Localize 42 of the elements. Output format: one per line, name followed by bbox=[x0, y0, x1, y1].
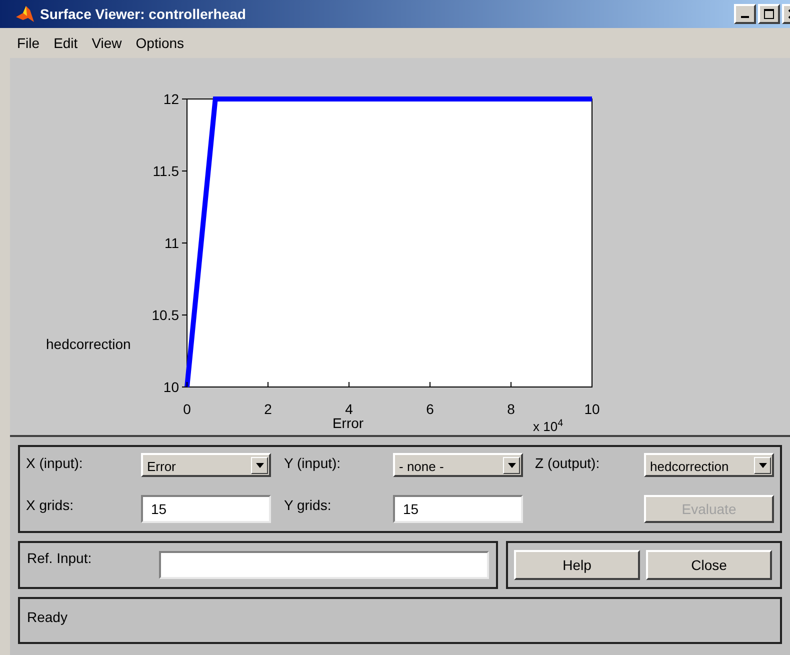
tick-label: 10.5 bbox=[152, 307, 179, 323]
input-field[interactable] bbox=[159, 551, 489, 579]
minimize-button[interactable] bbox=[734, 4, 756, 24]
tick-label: 8 bbox=[507, 401, 515, 417]
menu-item[interactable]: View bbox=[92, 32, 122, 54]
menu-item[interactable]: Options bbox=[136, 32, 184, 54]
tick-label: 11.5 bbox=[152, 163, 179, 179]
field-label: Ref. Input: bbox=[27, 549, 93, 568]
menu-item[interactable]: Edit bbox=[54, 32, 78, 54]
dropdown[interactable]: Error bbox=[141, 453, 271, 477]
tick-label: 4 bbox=[345, 401, 353, 417]
field-label: Y grids: bbox=[283, 496, 332, 515]
tick-label: 2 bbox=[264, 401, 272, 417]
caret-icon bbox=[754, 456, 771, 474]
tick-label: 0 bbox=[183, 401, 191, 417]
dropdown[interactable]: - none - bbox=[393, 453, 523, 477]
axis-label: Error bbox=[332, 415, 364, 431]
dropdown[interactable]: hedcorrection bbox=[644, 453, 774, 477]
field-label: X (input): bbox=[26, 454, 84, 473]
tick-label: 10 bbox=[163, 379, 179, 395]
field-label: Z (output): bbox=[534, 454, 601, 473]
dialog-button[interactable]: Help bbox=[514, 550, 640, 580]
maximize-icon bbox=[764, 9, 774, 19]
window-title: Surface Viewer: controllerhead bbox=[40, 4, 247, 24]
minimize-icon bbox=[741, 16, 749, 18]
caret-icon bbox=[503, 456, 520, 474]
tick-label: 10 bbox=[584, 401, 600, 417]
input-field[interactable]: 15 bbox=[393, 495, 523, 523]
axis-label: hedcorrection bbox=[46, 336, 131, 352]
maximize-button[interactable] bbox=[758, 4, 780, 24]
status-text: Ready bbox=[27, 609, 68, 625]
tick-label: 11 bbox=[164, 235, 179, 251]
field-label: Y (input): bbox=[283, 454, 342, 473]
field-label: X grids: bbox=[26, 496, 74, 515]
menu-item[interactable]: File bbox=[17, 32, 40, 54]
axis-multiplier: x 10$^{4}$ bbox=[533, 417, 564, 436]
input-field[interactable]: 15 bbox=[141, 495, 271, 523]
app-logo-icon bbox=[14, 4, 36, 24]
tick-label: 12 bbox=[163, 91, 179, 107]
dialog-button[interactable]: Close bbox=[646, 550, 772, 580]
tick-label: 6 bbox=[426, 401, 434, 417]
caret-icon bbox=[251, 456, 268, 474]
